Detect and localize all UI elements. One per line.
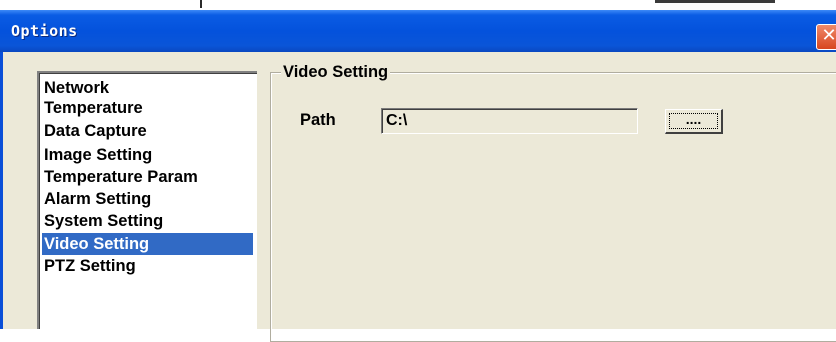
list-item-video-setting[interactable]: Video Setting	[42, 233, 253, 255]
close-icon: ✕	[821, 25, 836, 46]
list-item-system-setting[interactable]: System Setting	[42, 210, 253, 232]
options-category-list[interactable]: Network Temperature Data Capture Image S…	[37, 71, 257, 329]
background-strip	[0, 0, 836, 10]
browse-button[interactable]: ....	[665, 109, 723, 134]
list-item-image-setting[interactable]: Image Setting	[42, 144, 253, 166]
title-bar[interactable]: Options ✕	[0, 10, 836, 52]
list-item-network[interactable]: Network	[42, 77, 253, 99]
background-fragment	[200, 0, 202, 8]
list-item-alarm-setting[interactable]: Alarm Setting	[42, 188, 253, 210]
list-item-ptz-setting[interactable]: PTZ Setting	[42, 255, 253, 277]
path-label: Path	[300, 111, 336, 129]
path-field[interactable]: C:\	[381, 108, 638, 134]
close-button[interactable]: ✕	[816, 24, 836, 50]
group-title: Video Setting	[281, 63, 391, 82]
focus-rectangle	[669, 113, 718, 129]
window-title: Options	[11, 22, 78, 40]
list-item-temperature[interactable]: Temperature	[42, 97, 253, 119]
list-item-temperature-param[interactable]: Temperature Param	[42, 166, 253, 188]
background-fragment	[655, 0, 775, 3]
list-item-data-capture[interactable]: Data Capture	[42, 120, 253, 142]
